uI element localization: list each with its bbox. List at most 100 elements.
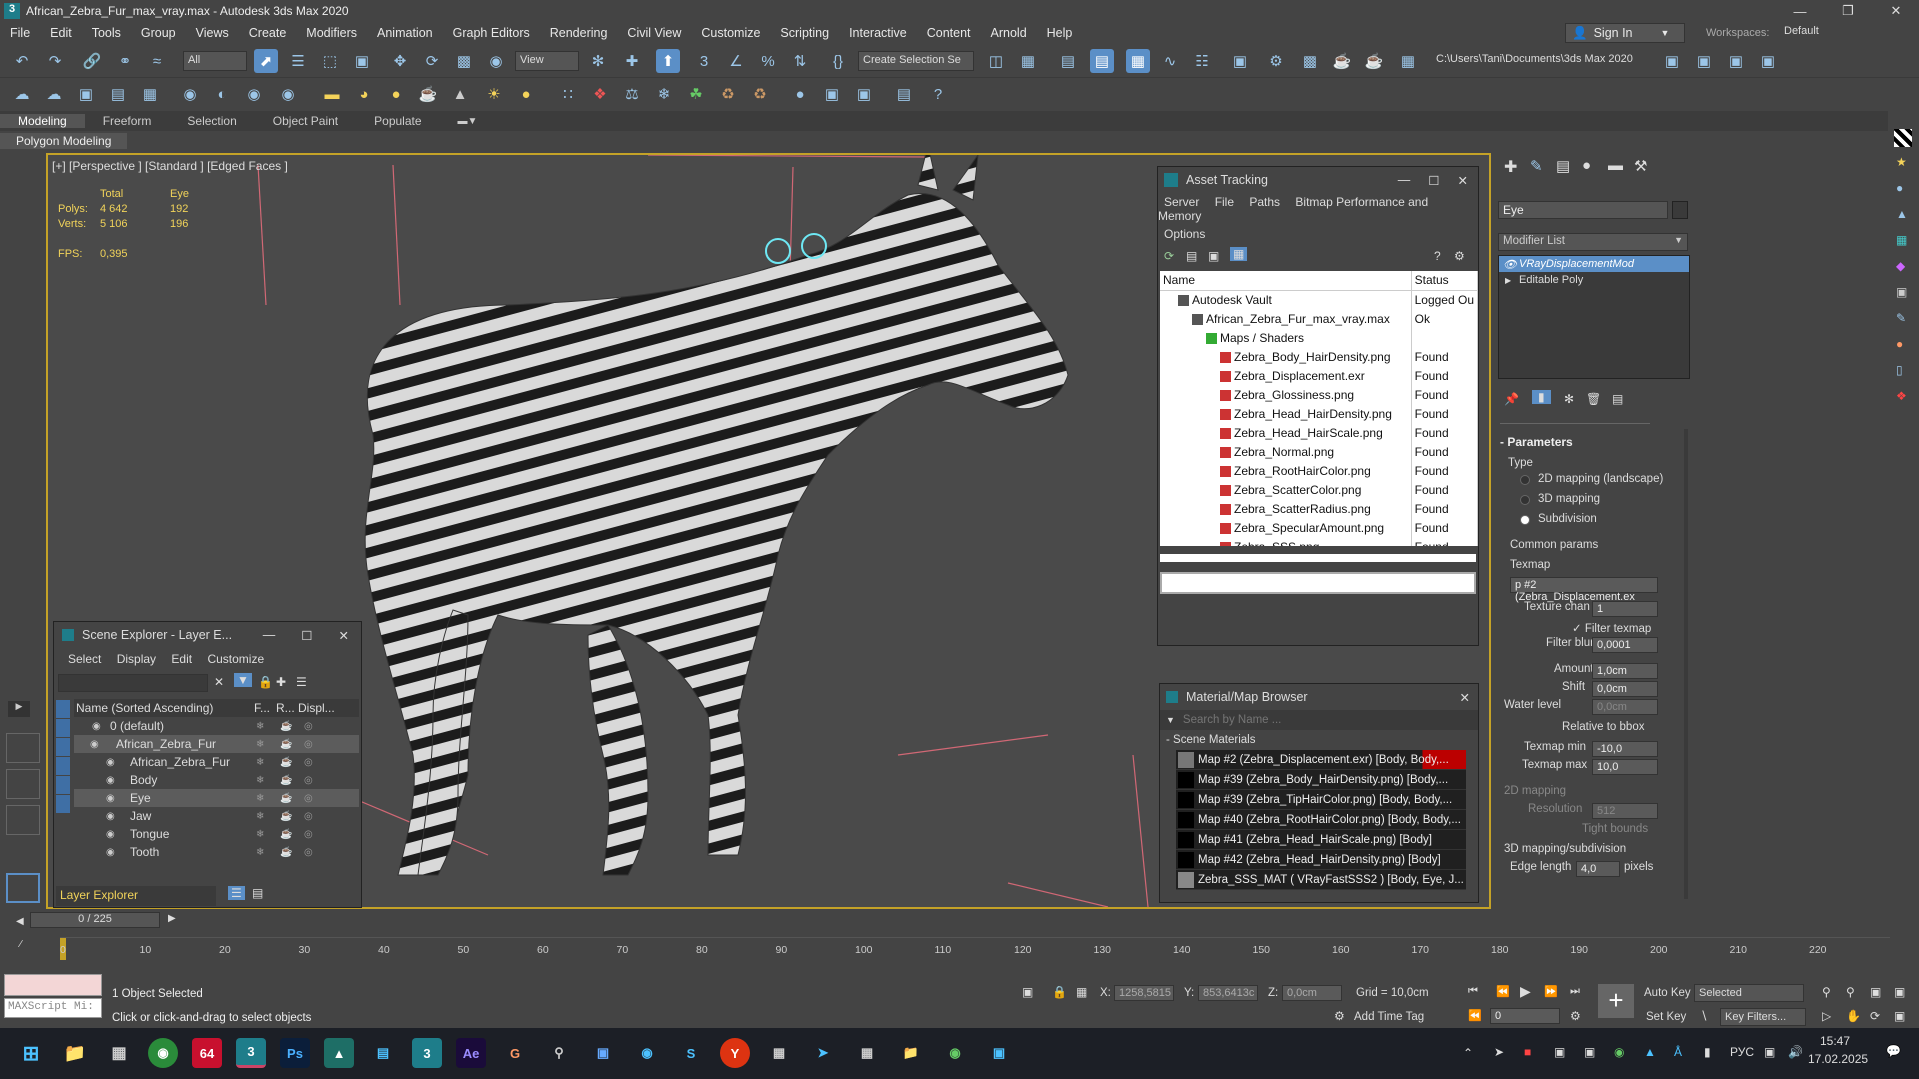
notepad-icon[interactable]: ▤ xyxy=(368,1038,398,1068)
key-filters-icon[interactable]: ∖ xyxy=(1700,1009,1708,1023)
material-editor-icon[interactable]: ▣ xyxy=(1228,49,1252,73)
toolbar-icon-j[interactable]: ∷ xyxy=(556,82,580,106)
show-end-result-icon[interactable]: ▮ xyxy=(1532,390,1551,404)
remove-modifier-icon[interactable]: 🗑 xyxy=(1586,392,1601,406)
stack-item-editable-poly[interactable]: ▶ Editable Poly xyxy=(1499,272,1689,288)
tray-chevron-icon[interactable]: ⌃ xyxy=(1463,1046,1473,1060)
ribbon-options-icon[interactable]: ▬▼ xyxy=(440,116,496,127)
tab-freeform[interactable]: Freeform xyxy=(85,114,170,128)
menu-customize[interactable]: Customize xyxy=(691,26,770,40)
rendered-frame-window-icon[interactable]: ▩ xyxy=(1298,49,1322,73)
asset-row[interactable]: Zebra_Head_HairDensity.png Found xyxy=(1160,404,1478,423)
notifications-icon[interactable]: 💬 xyxy=(1886,1044,1901,1058)
display-icon[interactable]: ◎ xyxy=(304,847,313,858)
chrome-icon[interactable]: ◉ xyxy=(148,1038,178,1068)
clear-search-icon[interactable]: ✕ xyxy=(214,675,224,689)
make-unique-icon[interactable]: ✻ xyxy=(1564,392,1574,406)
maximize-viewport-icon[interactable]: ▣ xyxy=(1894,1009,1905,1023)
menu-arnold[interactable]: Arnold xyxy=(981,26,1037,40)
visibility-eye-icon[interactable]: ◉ xyxy=(92,721,101,732)
filter-blur-spinner[interactable]: 0,0001 xyxy=(1592,637,1658,653)
maxscript-input[interactable]: MAXScript Mi: xyxy=(4,998,102,1018)
clock-time[interactable]: 15:47 xyxy=(1820,1034,1850,1048)
tray-icon-2[interactable]: ■ xyxy=(1524,1045,1531,1059)
utilities-tab-icon[interactable]: ⚒ xyxy=(1634,157,1647,175)
tray-icon-1[interactable]: ➤ xyxy=(1494,1045,1504,1059)
expand-icon[interactable]: ▶ xyxy=(1505,276,1511,285)
sun-icon[interactable]: ☀ xyxy=(482,82,506,106)
pivot-center-icon[interactable]: ✻ xyxy=(586,49,610,73)
orbit-icon[interactable]: ⟳ xyxy=(1870,1009,1880,1023)
clock-date[interactable]: 17.02.2025 xyxy=(1808,1052,1868,1066)
tray-icon-3[interactable]: ▣ xyxy=(1554,1045,1565,1059)
plane-icon[interactable]: ▬ xyxy=(320,82,344,106)
toolbar-icon-s[interactable]: ▤ xyxy=(892,82,916,106)
menu-group[interactable]: Group xyxy=(131,26,186,40)
cone-icon[interactable]: ▲ xyxy=(448,82,472,106)
toolbar-icon-b[interactable]: ☁ xyxy=(42,82,66,106)
render-icon[interactable]: ☕ xyxy=(280,793,292,804)
render-frame-icon[interactable]: ▦ xyxy=(1396,49,1420,73)
play-icon[interactable]: ▶ xyxy=(1520,983,1531,1000)
polygon-modeling-label[interactable]: Polygon Modeling xyxy=(0,133,128,149)
material-item[interactable]: Zebra_SSS_MAT ( VRayFastSSS2 ) [Body, Ey… xyxy=(1176,870,1466,890)
chevron-down-icon[interactable]: ▼ xyxy=(1166,715,1175,725)
app-64-icon[interactable]: 64 xyxy=(192,1038,222,1068)
water-level-spinner[interactable]: 0,0cm xyxy=(1592,699,1658,715)
toolbar-icon-a[interactable]: ☁ xyxy=(10,82,34,106)
angle-snap-icon[interactable]: ∠ xyxy=(724,49,748,73)
place-icon[interactable]: ◉ xyxy=(484,49,508,73)
display-icon[interactable]: ◎ xyxy=(304,829,313,840)
asset-row[interactable]: Autodesk Vault Logged Ou xyxy=(1160,290,1478,309)
menu-file[interactable]: File xyxy=(0,26,40,40)
display-icon[interactable]: ◎ xyxy=(304,793,313,804)
layout-tabs[interactable] xyxy=(6,733,40,863)
sign-in-button[interactable]: 👤 Sign In ▼ xyxy=(1565,23,1685,43)
display-icon[interactable]: ◎ xyxy=(304,775,313,786)
render-icon[interactable]: ☕ xyxy=(280,829,292,840)
zoom-icon[interactable]: ⚲ xyxy=(1822,985,1831,999)
maximize-icon[interactable]: ☐ xyxy=(1428,173,1439,188)
display-helpers-icon[interactable] xyxy=(56,776,70,794)
set-keys-icon[interactable]: + xyxy=(1598,984,1634,1018)
right-tool-icon-4[interactable]: ▦ xyxy=(1896,233,1907,247)
close-icon[interactable]: ✕ xyxy=(1458,173,1468,188)
eye-icon[interactable]: 👁 xyxy=(1503,258,1517,271)
asset-row[interactable]: Maps / Shaders xyxy=(1160,328,1478,347)
key-filters-button[interactable]: Key Filters... xyxy=(1720,1008,1806,1026)
add-time-tag-button[interactable]: Add Time Tag xyxy=(1354,1011,1424,1023)
type-3d-radio[interactable] xyxy=(1520,495,1530,505)
create-tab-icon[interactable]: ✚ xyxy=(1504,157,1517,177)
app-icon-x[interactable]: ▲ xyxy=(324,1038,354,1068)
isolate-selection-icon[interactable]: ▣ xyxy=(1022,985,1033,999)
scene-explorer-titlebar[interactable]: Scene Explorer - Layer E... — ☐ ✕ xyxy=(54,622,361,648)
render-icon[interactable]: ☕ xyxy=(280,721,292,732)
menu-content[interactable]: Content xyxy=(917,26,981,40)
zoom-all-icon[interactable]: ⚲ xyxy=(1846,985,1855,999)
help-icon[interactable]: ? xyxy=(1434,249,1441,263)
undo-icon[interactable]: ↶ xyxy=(10,49,34,73)
hierarchy-mode-icon[interactable]: ▤ xyxy=(252,886,263,900)
yandex-icon[interactable]: Y xyxy=(720,1038,750,1068)
amount-spinner[interactable]: 1,0cm xyxy=(1592,663,1658,679)
display-cameras-icon[interactable] xyxy=(56,757,70,775)
render-iterative-icon[interactable]: ☕ xyxy=(1362,49,1386,73)
material-item[interactable]: Map #39 (Zebra_TipHairColor.png) [Body, … xyxy=(1176,790,1466,810)
tight-bounds-checkbox[interactable]: Tight bounds xyxy=(1582,823,1648,835)
material-item[interactable]: Map #41 (Zebra_Head_HairScale.png) [Body… xyxy=(1176,830,1466,850)
column-freeze[interactable]: F... xyxy=(254,701,276,715)
right-tool-icon-9[interactable]: ▯ xyxy=(1896,363,1903,377)
key-mode-icon[interactable]: ⏪ xyxy=(1468,1009,1482,1022)
layer-explorer-dropdown[interactable]: Layer Explorer xyxy=(56,886,216,906)
maxscript-listener-mini[interactable] xyxy=(4,974,102,996)
list-icon[interactable]: ▤ xyxy=(1186,249,1197,263)
pan-icon[interactable]: ✋ xyxy=(1846,1009,1861,1023)
toolbar-icon-i[interactable]: ◉ xyxy=(276,82,300,106)
material-search-input[interactable] xyxy=(1182,714,1463,726)
next-frame-icon[interactable]: ▶ xyxy=(168,913,176,924)
right-tool-icon-5[interactable]: ◆ xyxy=(1896,259,1905,273)
calculator-icon[interactable]: ▦ xyxy=(852,1038,882,1068)
visibility-eye-icon[interactable]: ◉ xyxy=(106,847,115,858)
app-g-icon[interactable]: G xyxy=(500,1038,530,1068)
object-color-swatch[interactable] xyxy=(1672,201,1688,219)
